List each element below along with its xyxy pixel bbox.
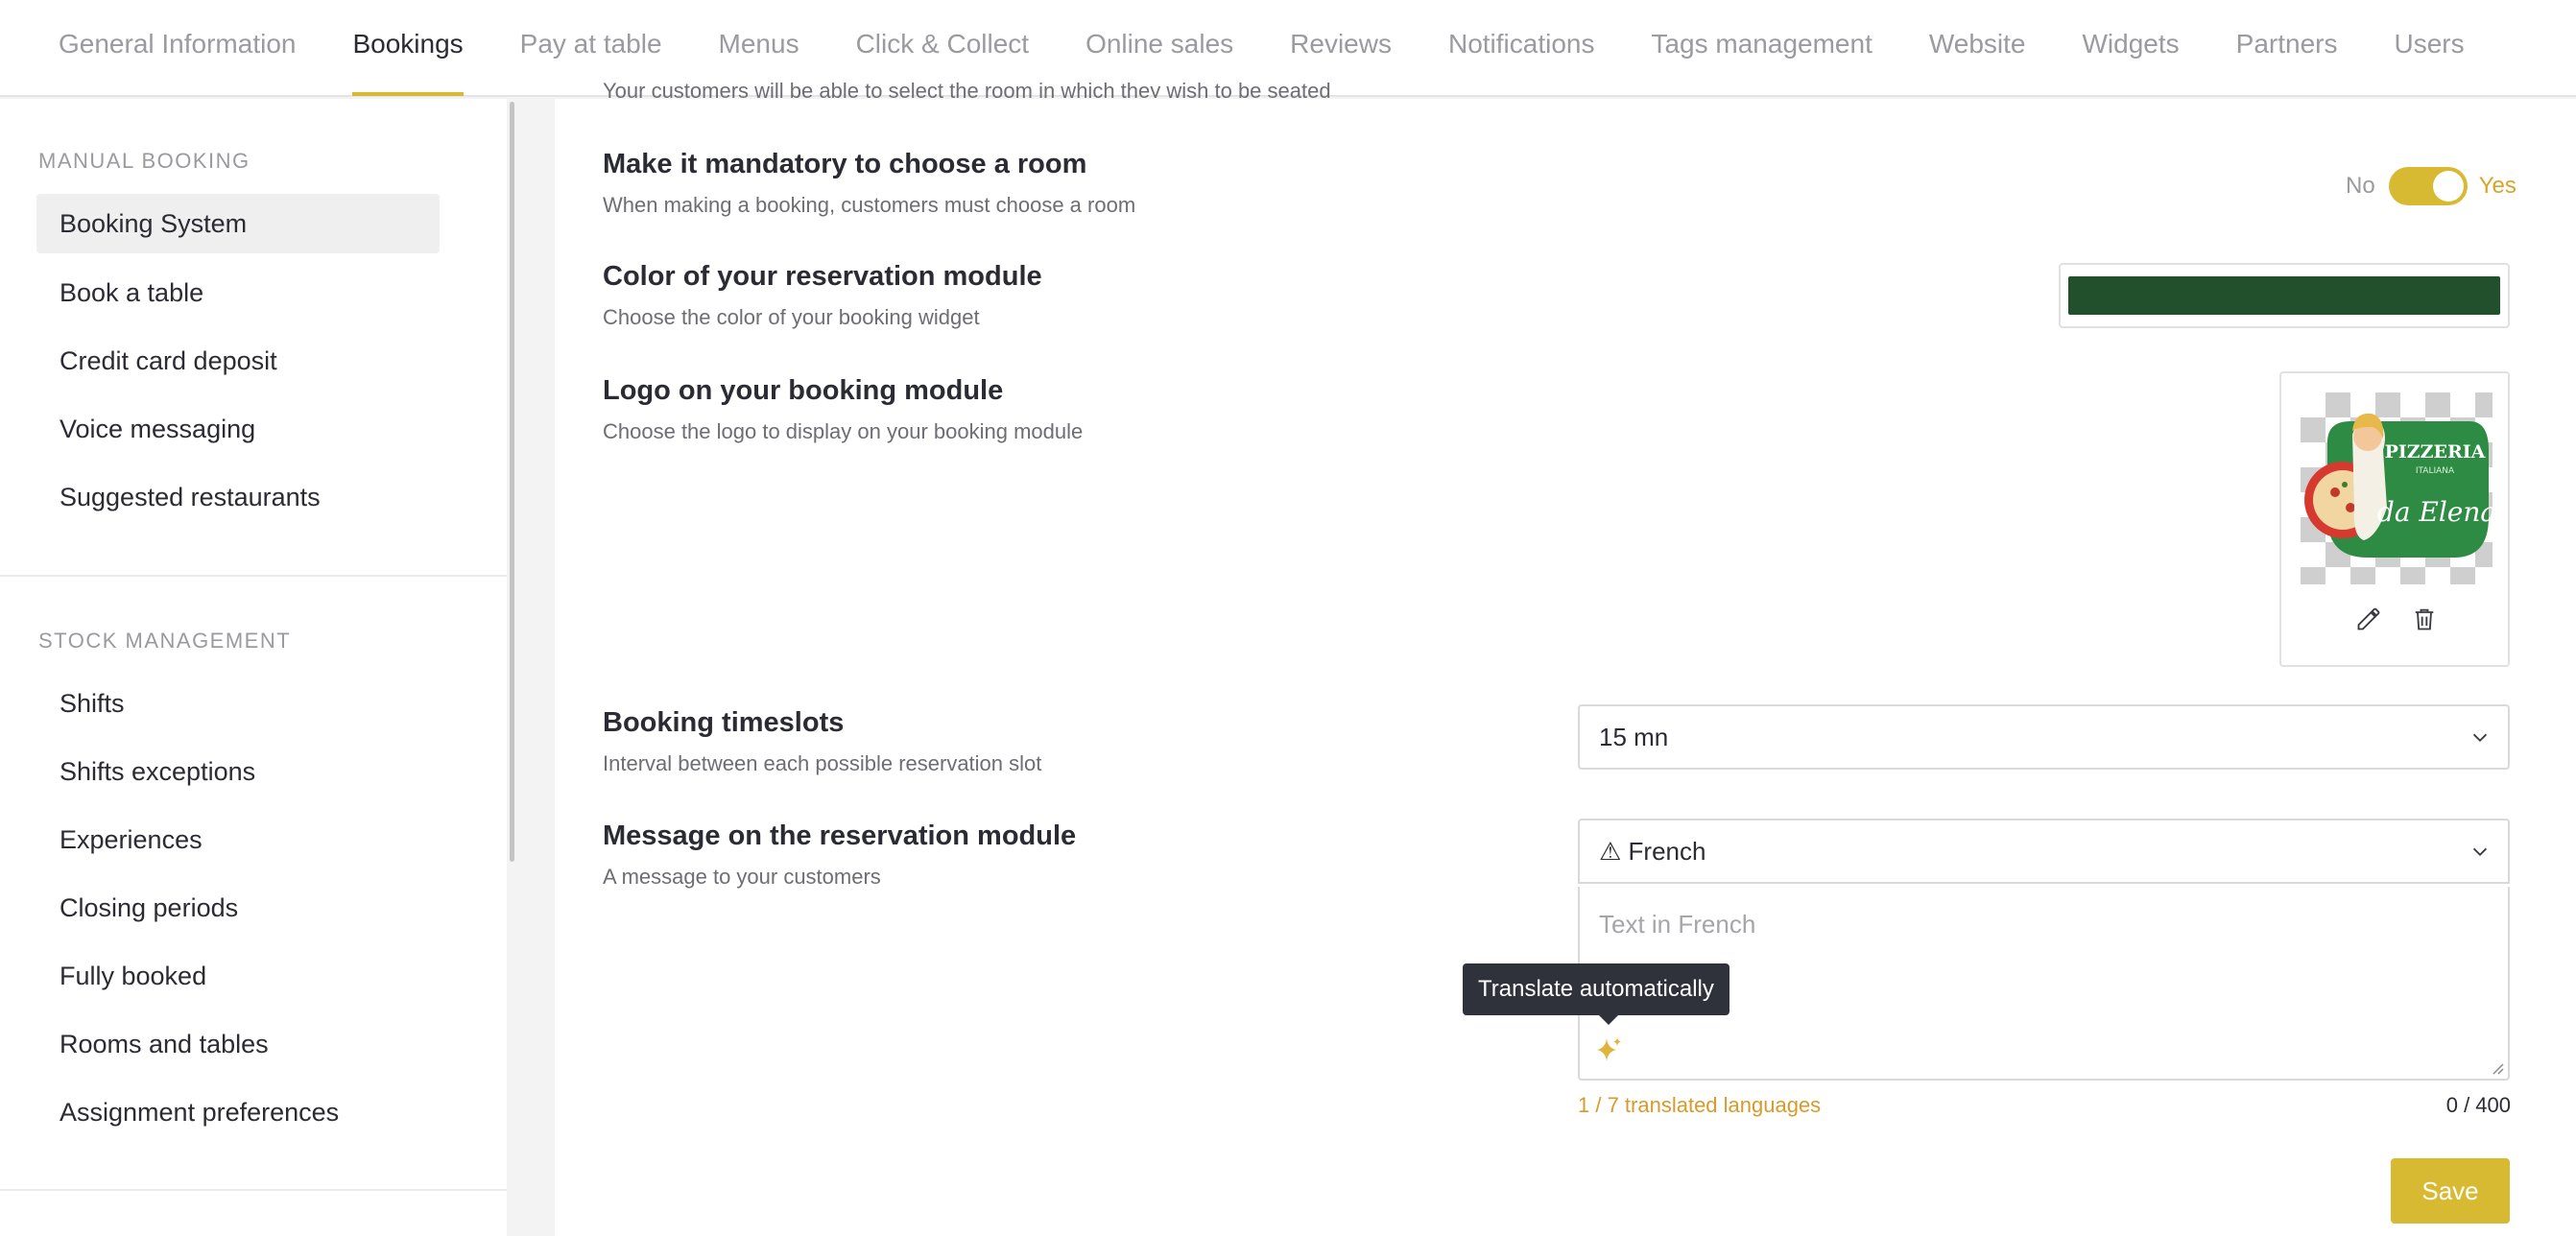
chevron-down-icon (2472, 847, 2488, 857)
sidebar-item-voice-messaging[interactable]: Voice messaging (36, 399, 440, 459)
sidebar-item-fully-booked[interactable]: Fully booked (36, 946, 440, 1006)
tab-tags-management[interactable]: Tags management (1651, 0, 1872, 95)
message-textarea-placeholder: Text in French (1599, 910, 1756, 939)
restaurant-logo: PIZZERIA ITALIANA da Elena (2301, 392, 2496, 584)
sidebar-item-experiences[interactable]: Experiences (36, 810, 440, 869)
tab-website[interactable]: Website (1929, 0, 2026, 95)
tab-general-information[interactable]: General Information (59, 0, 296, 95)
section-title-stock-management: STOCK MANAGEMENT (38, 629, 292, 653)
chevron-down-icon (2472, 733, 2488, 743)
sidebar-item-suggested-restaurants[interactable]: Suggested restaurants (36, 467, 440, 527)
logo-text-italiana: ITALIANA (2416, 466, 2455, 476)
color-picker[interactable] (2059, 263, 2510, 328)
sidebar-divider (0, 1189, 507, 1191)
section-title-manual-booking: MANUAL BOOKING (38, 149, 250, 173)
sidebar: MANUAL BOOKING Booking System Book a tab… (0, 99, 507, 1236)
sidebar-item-book-a-table[interactable]: Book a table (36, 263, 440, 322)
character-counter: 0 / 400 (2445, 1093, 2511, 1117)
language-selected-value: ⚠ French (1599, 837, 1706, 866)
timeslots-selected-value: 15 mn (1599, 723, 1669, 751)
tab-users[interactable]: Users (2394, 0, 2464, 95)
tab-bookings[interactable]: Bookings (352, 0, 464, 96)
color-swatch[interactable] (2068, 276, 2500, 315)
toggle-no-label[interactable]: No (2346, 173, 2375, 200)
sidebar-item-closing-periods[interactable]: Closing periods (36, 878, 440, 938)
mandatory-room-toggle-group: No Yes (2346, 167, 2516, 205)
language-select[interactable]: ⚠ French (1578, 819, 2510, 884)
sidebar-item-shifts[interactable]: Shifts (36, 674, 440, 733)
logo-actions (2281, 604, 2512, 634)
trash-icon[interactable] (2409, 604, 2440, 634)
logo-upload-box: PIZZERIA ITALIANA da Elena (2279, 371, 2510, 667)
logo-text-pizzeria: PIZZERIA (2385, 441, 2486, 463)
logo-module-description: Choose the logo to display on your booki… (603, 419, 1084, 443)
translated-languages-link[interactable]: 1 / 7 translated languages (1578, 1093, 1821, 1118)
sidebar-scrollbar-thumb[interactable] (510, 102, 514, 862)
save-button[interactable]: Save (2391, 1158, 2510, 1224)
sparkle-icon[interactable] (1593, 1034, 1624, 1065)
color-module-description: Choose the color of your booking widget (603, 305, 980, 329)
sidebar-item-assignment-preferences[interactable]: Assignment preferences (36, 1082, 440, 1142)
message-module-description: A message to your customers (603, 865, 881, 889)
sidebar-item-credit-card-deposit[interactable]: Credit card deposit (36, 331, 440, 391)
resize-handle-icon[interactable] (2489, 1059, 2504, 1075)
message-module-title: Message on the reservation module (603, 820, 1077, 851)
sidebar-item-rooms-and-tables[interactable]: Rooms and tables (36, 1014, 440, 1074)
room-selection-description: Your customers will be able to select th… (603, 79, 1331, 98)
toggle-yes-label[interactable]: Yes (2479, 173, 2516, 200)
sidebar-item-shifts-exceptions[interactable]: Shifts exceptions (36, 742, 440, 801)
tab-widgets[interactable]: Widgets (2082, 0, 2179, 95)
logo-text-da-elena: da Elena (2377, 496, 2493, 528)
tab-notifications[interactable]: Notifications (1448, 0, 1595, 95)
pencil-icon[interactable] (2353, 604, 2384, 634)
color-module-title: Color of your reservation module (603, 261, 1042, 292)
timeslots-select[interactable]: 15 mn (1578, 704, 2510, 770)
logo-module-title: Logo on your booking module (603, 375, 1004, 406)
mandatory-room-title: Make it mandatory to choose a room (603, 149, 1087, 179)
timeslots-description: Interval between each possible reservati… (603, 751, 1042, 775)
sidebar-divider (0, 575, 507, 577)
mandatory-room-description: When making a booking, customers must ch… (603, 193, 1136, 217)
sidebar-item-booking-system[interactable]: Booking System (36, 194, 440, 253)
pizzeria-logo-graphic: PIZZERIA ITALIANA da Elena (2304, 413, 2496, 558)
tab-partners[interactable]: Partners (2236, 0, 2338, 95)
translate-tooltip: Translate automatically (1463, 963, 1729, 1025)
mandatory-room-toggle[interactable] (2388, 167, 2468, 205)
timeslots-title: Booking timeslots (603, 707, 845, 738)
